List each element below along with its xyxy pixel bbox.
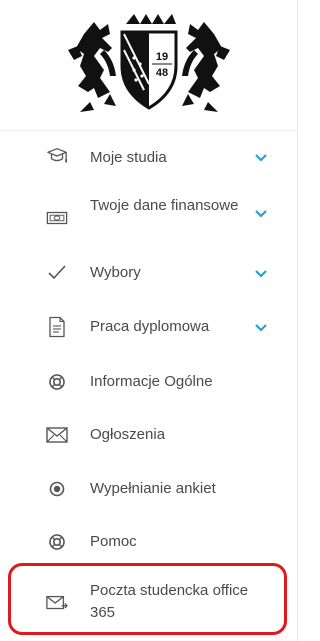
envelope-icon — [46, 424, 68, 446]
sidebar-item-label: Wypełnianie ankiet — [90, 480, 216, 497]
sidebar-item-wybory[interactable]: Wybory — [0, 262, 298, 288]
lifebuoy-icon — [46, 371, 68, 393]
sidebar-item-poczta-studencka[interactable]: Poczta studencka office 365 — [0, 580, 298, 628]
sidebar-item-label: Informacje Ogólne — [90, 373, 213, 390]
chevron-down-icon[interactable] — [254, 269, 268, 279]
banknote-icon — [46, 207, 68, 229]
sidebar-item-label: Pomoc — [90, 533, 137, 550]
sidebar-item-moje-studia[interactable]: Moje studia — [0, 145, 298, 175]
lifebuoy-icon — [46, 531, 68, 553]
document-icon — [46, 316, 68, 338]
sidebar-item-label: Ogłoszenia — [90, 426, 166, 443]
mail-forward-icon — [46, 592, 68, 614]
sidebar-item-pomoc[interactable]: Pomoc — [0, 531, 298, 557]
sidebar-item-informacje-ogolne[interactable]: Informacje Ogólne — [0, 371, 298, 397]
sidebar-item-twoje-dane-finansowe[interactable]: Twoje dane finansowe — [0, 195, 298, 243]
crest-image: 19 48 — [68, 14, 230, 112]
sidebar-item-label: Twoje dane finansowe — [90, 197, 239, 214]
radio-target-icon — [46, 478, 68, 500]
graduation-cap-icon — [46, 145, 68, 167]
sidebar-item-label: Poczta studencka office 365 — [90, 582, 249, 621]
sidebar-item-label: Wybory — [90, 264, 141, 281]
sidebar-item-label: Praca dyplomowa — [90, 318, 210, 335]
crest-year-top: 19 — [156, 51, 168, 63]
chevron-down-icon[interactable] — [254, 323, 268, 333]
logo-divider — [0, 130, 298, 131]
sidebar-item-wypelnianie-ankiet[interactable]: Wypełnianie ankiet — [0, 478, 298, 504]
chevron-down-icon[interactable] — [254, 153, 268, 163]
sidebar: 19 48 Moje studia Twoje dane finansowe W… — [0, 0, 298, 641]
sidebar-item-praca-dyplomowa[interactable]: Praca dyplomowa — [0, 316, 298, 342]
crest-year-bottom: 48 — [156, 67, 168, 79]
chevron-down-icon[interactable] — [254, 209, 268, 219]
checkmark-icon — [46, 262, 68, 284]
sidebar-item-ogloszenia[interactable]: Ogłoszenia — [0, 424, 298, 450]
university-crest-logo[interactable]: 19 48 — [0, 0, 298, 130]
sidebar-item-label: Moje studia — [90, 149, 167, 166]
